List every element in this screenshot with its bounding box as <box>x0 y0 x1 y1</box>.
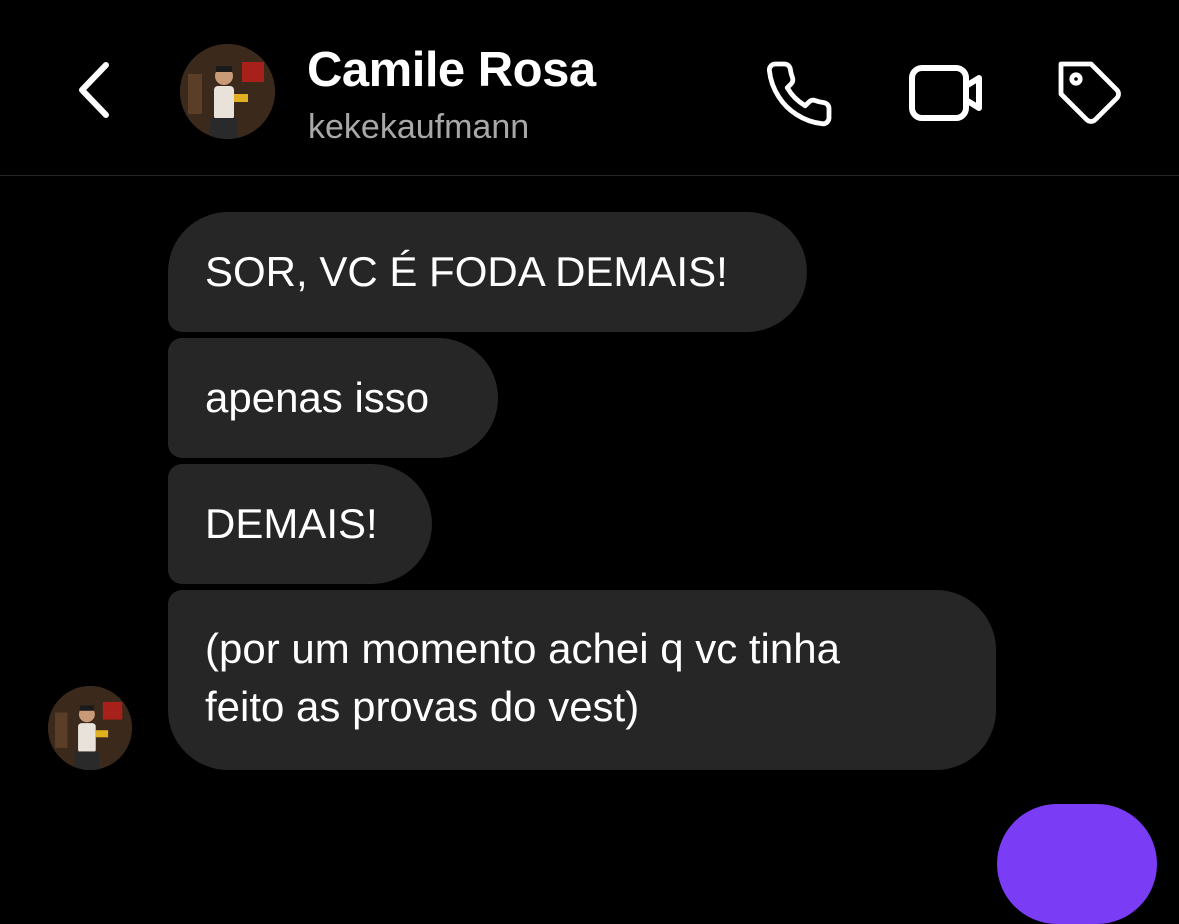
contact-name[interactable]: Camile Rosa <box>307 42 596 98</box>
chevron-left-icon <box>79 62 109 118</box>
avatar-photo <box>180 44 275 139</box>
tag-icon <box>1058 61 1121 124</box>
back-button[interactable] <box>70 55 120 125</box>
contact-username[interactable]: kekekaufmann <box>308 106 529 148</box>
message-bubble[interactable]: SOR, VC É FODA DEMAIS! <box>168 212 807 332</box>
phone-icon <box>766 61 832 127</box>
message-text-line: (por um momento achei q vc tinha <box>205 625 840 672</box>
message-bubble[interactable]: DEMAIS! <box>168 464 432 584</box>
video-camera-icon <box>909 65 982 121</box>
message-text: apenas isso <box>205 374 430 421</box>
message-bubble[interactable]: (por um momento achei q vc tinha feito a… <box>168 590 996 770</box>
contact-avatar[interactable] <box>180 44 275 139</box>
sent-message-bubble[interactable] <box>997 804 1157 924</box>
sender-avatar[interactable] <box>48 686 132 770</box>
video-call-button[interactable] <box>907 58 982 130</box>
message-text: DEMAIS! <box>205 500 378 547</box>
message-bubble[interactable]: apenas isso <box>168 338 498 458</box>
message-text: SOR, VC É FODA DEMAIS! <box>205 248 728 295</box>
avatar-photo <box>48 686 132 770</box>
message-text-line: feito as provas do vest) <box>205 683 640 730</box>
call-button[interactable] <box>763 58 835 130</box>
chat-header: Camile Rosa kekekaufmann <box>0 0 1179 176</box>
tag-button[interactable] <box>1055 58 1127 130</box>
